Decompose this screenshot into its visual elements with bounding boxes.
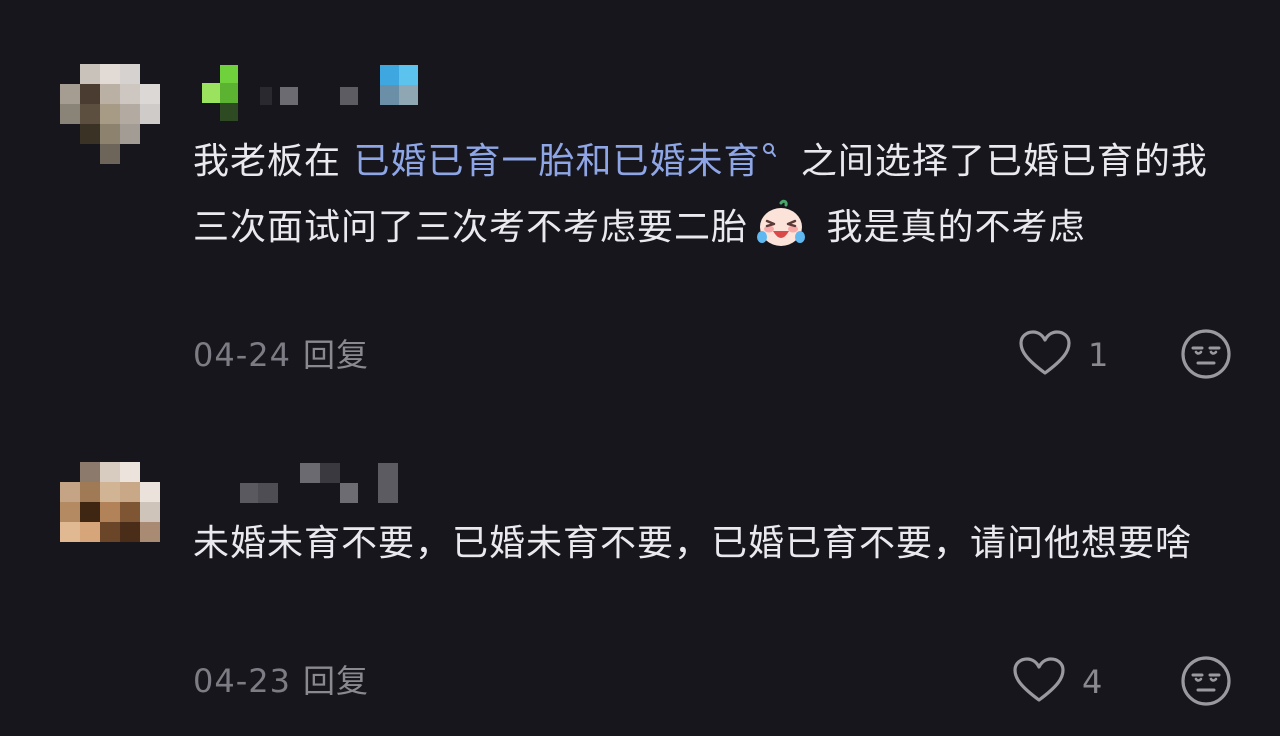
search-icon[interactable] [762,121,778,187]
comment-text: 未婚未育不要，已婚未育不要，已婚已育不要，请问他想要啥 [193,511,1243,577]
heart-outline-icon[interactable] [1018,329,1072,381]
unamused-face-icon[interactable] [1180,656,1232,711]
comment-text-body: 未婚未育不要，已婚未育不要，已婚已育不要，请问他想要啥 [193,523,1193,564]
comment-meta: 04-23 回复 [193,656,369,702]
dislike-button[interactable] [1180,655,1232,711]
dislike-button[interactable] [1180,328,1232,384]
heart-outline-icon[interactable] [1012,656,1066,708]
like-count: 1 [1088,336,1109,374]
reply-button[interactable]: 回复 [303,662,369,700]
username[interactable] [195,65,425,121]
reply-button[interactable]: 回复 [303,336,369,374]
unamused-face-icon[interactable] [1180,329,1232,384]
comment-date: 04-24 [193,336,291,374]
comment-meta: 04-24 回复 [193,330,369,376]
comment-date: 04-23 [193,662,291,700]
comment-text-before: 我老板在 [193,141,354,182]
search-keyword-link[interactable]: 已婚已育一胎和已婚未育 [353,141,760,182]
comment-text: 我老板在 已婚已育一胎和已婚未育 之间选择了已婚已育的我 三次面试问了三次考不考… [193,121,1243,261]
avatar[interactable] [60,462,160,562]
username[interactable] [195,463,415,507]
like-button[interactable]: 1 [1018,329,1108,381]
like-button[interactable]: 4 [1012,656,1102,708]
crying-laughing-emoji-icon [756,199,806,249]
avatar[interactable] [60,64,160,164]
like-count: 4 [1082,663,1103,701]
comment-text-after: 我是真的不考虑 [814,207,1086,248]
